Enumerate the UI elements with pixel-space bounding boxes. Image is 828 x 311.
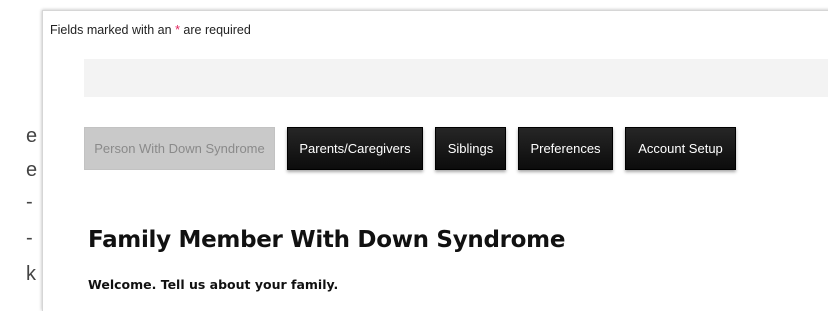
tab-account-setup[interactable]: Account Setup <box>625 127 736 170</box>
background-text-fragment: k <box>26 263 36 285</box>
required-note-prefix: Fields marked with an <box>50 23 176 37</box>
welcome-text: Welcome. Tell us about your family. <box>88 277 339 292</box>
tab-person-with-down-syndrome[interactable]: Person With Down Syndrome <box>84 127 275 170</box>
background-text-fragment: e <box>26 125 38 147</box>
background-page-edge: e e - - k <box>0 0 42 295</box>
tab-siblings[interactable]: Siblings <box>435 127 506 170</box>
progress-bar-area <box>84 59 828 97</box>
required-note-suffix: are required <box>179 23 251 37</box>
background-text-fragment: e <box>26 159 38 181</box>
background-text-fragment: - <box>26 191 33 213</box>
tab-parents-caregivers[interactable]: Parents/Caregivers <box>287 127 423 170</box>
tab-preferences[interactable]: Preferences <box>518 127 613 170</box>
background-text-fragment: - <box>26 227 33 249</box>
section-title: Family Member With Down Syndrome <box>88 227 566 253</box>
required-fields-note: Fields marked with an * are required <box>50 23 251 37</box>
registration-form-panel: Fields marked with an * are required Per… <box>42 10 828 311</box>
